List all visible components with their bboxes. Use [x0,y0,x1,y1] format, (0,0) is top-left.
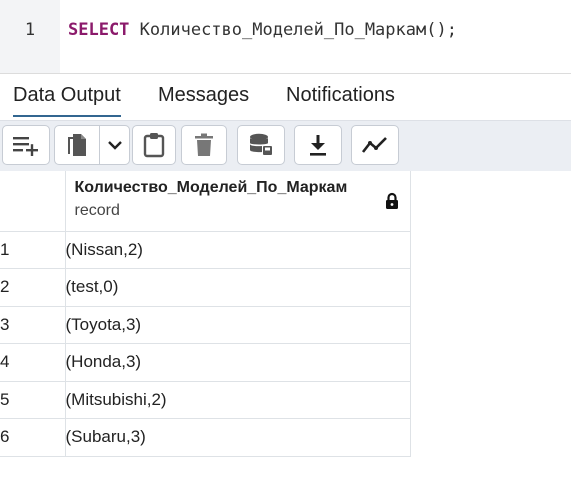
data-toolbar [0,120,571,172]
line-gutter: 1 [0,0,60,73]
sql-keyword: SELECT [68,20,130,40]
table-cell[interactable]: (Toyota,3) [64,305,411,344]
copy-icon [68,134,86,156]
table-cell[interactable]: (Mitsubishi,2) [64,380,411,419]
table-cell[interactable]: (Honda,3) [64,343,411,382]
delete-icon [195,133,213,156]
copy-button[interactable] [54,125,100,165]
graph-visualiser-button[interactable] [351,125,399,165]
header-row: Количество_Моделей_По_Маркам record [0,171,411,232]
lock-icon [385,192,399,215]
output-tabs: Data Output Messages Notifications [0,74,571,120]
table-row[interactable]: 4 (Honda,3) [0,343,411,382]
query-editor[interactable]: 1 SELECT Количество_Моделей_По_Маркам(); [0,0,571,74]
row-number[interactable]: 1 [0,230,66,269]
row-number[interactable]: 3 [0,305,66,344]
column-header[interactable]: Количество_Моделей_По_Маркам record [64,171,411,232]
tab-messages[interactable]: Messages [158,84,249,115]
table-row[interactable]: 2 (test,0) [0,268,411,307]
results-grid: Количество_Моделей_По_Маркам record 1 (N… [0,171,571,478]
line-number: 1 [24,20,36,40]
table-row[interactable]: 6 (Subaru,3) [0,418,411,457]
table-cell[interactable]: (Nissan,2) [64,230,411,269]
copy-options-dropdown[interactable] [100,125,130,165]
table-cell[interactable]: (test,0) [64,268,411,307]
row-number[interactable]: 5 [0,380,66,419]
paste-button[interactable] [132,125,176,165]
save-data-icon [250,133,272,155]
select-all-corner[interactable] [0,171,66,232]
column-type: record [74,202,120,219]
query-text[interactable]: SELECT Количество_Моделей_По_Маркам(); [68,20,457,40]
table-cell[interactable]: (Subaru,3) [64,418,411,457]
row-number[interactable]: 2 [0,268,66,307]
add-row-icon [13,137,38,156]
chevron-down-icon [107,141,122,150]
row-number[interactable]: 6 [0,418,66,457]
paste-icon [143,133,165,158]
add-row-button[interactable] [2,125,50,165]
save-data-button[interactable] [237,125,285,165]
tab-notifications[interactable]: Notifications [286,84,395,115]
results-table: Количество_Моделей_По_Маркам record 1 (N… [0,171,411,457]
table-row[interactable]: 3 (Toyota,3) [0,305,411,344]
download-icon [310,135,326,156]
graph-icon [361,137,387,153]
row-number[interactable]: 4 [0,343,66,382]
table-row[interactable]: 1 (Nissan,2) [0,230,411,269]
sql-function-call: Количество_Моделей_По_Маркам(); [129,20,457,40]
column-name: Количество_Моделей_По_Маркам [74,179,348,196]
table-row[interactable]: 5 (Mitsubishi,2) [0,380,411,419]
tab-data-output[interactable]: Data Output [13,84,121,117]
download-button[interactable] [294,125,342,165]
delete-button[interactable] [181,125,227,165]
